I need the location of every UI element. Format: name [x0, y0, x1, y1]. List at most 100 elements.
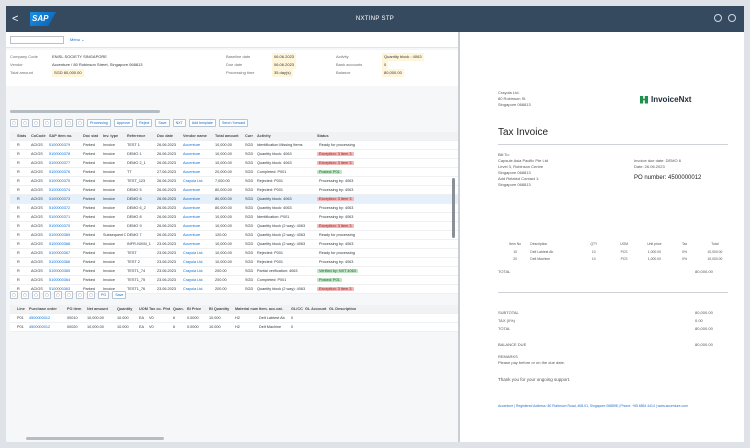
column-header[interactable]: Bl Quantity: [208, 307, 234, 311]
toolbar-icon-button[interactable]: ▢: [65, 119, 73, 127]
table-row[interactable]: R ACIGS 5100000374 Parked Invoice DEMO 5 26.06…: [10, 186, 458, 195]
worklist-vertical-scrollbar[interactable]: [452, 178, 455, 238]
table-cell[interactable]: 5100000372: [48, 206, 82, 210]
table-cell[interactable]: 5100000365: [48, 269, 82, 273]
column-header[interactable]: Curr: [244, 134, 256, 138]
items-row[interactable]: P01 4500000012 00010 10,000.00 10.000 EA V0 6 0.…: [10, 314, 458, 323]
table-cell[interactable]: 5100000367: [48, 251, 82, 255]
bottom-scrollbar[interactable]: [26, 437, 164, 440]
column-header[interactable]: Quantity: [116, 307, 138, 311]
column-header[interactable]: Purchase order: [28, 307, 66, 311]
table-cell[interactable]: 5100000369: [48, 233, 82, 237]
table-row[interactable]: R ACIGS 5100000377 Parked Invoice DEMO 2_1 26.…: [10, 159, 458, 168]
items-cell[interactable]: 4500000012: [28, 316, 66, 320]
table-row[interactable]: R ACIGS 5100000378 Parked Invoice DEMO 1 26.06…: [10, 150, 458, 159]
table-cell[interactable]: 5100000373: [48, 197, 82, 201]
table-cell[interactable]: Accenture: [182, 233, 214, 237]
command-field[interactable]: [10, 35, 64, 44]
table-cell[interactable]: Accenture: [182, 197, 214, 201]
table-cell[interactable]: 5100000370: [48, 224, 82, 228]
toolbar-button[interactable]: Approve: [113, 119, 134, 127]
column-header[interactable]: Item. acc.cat.: [258, 307, 290, 311]
table-cell[interactable]: 5100000379: [48, 143, 82, 147]
table-row[interactable]: R ACIGS 5100000370 Parked Invoice DEMO 9 26.06…: [10, 222, 458, 231]
toolbar-button[interactable]: Save: [112, 291, 127, 299]
column-header[interactable]: Doc stat: [82, 134, 102, 138]
toolbar-icon-button[interactable]: ▢: [21, 119, 29, 127]
toolbar-button[interactable]: Add template: [188, 119, 216, 127]
column-header[interactable]: Material num.: [234, 307, 258, 311]
column-header[interactable]: Inv. type: [102, 134, 126, 138]
column-header[interactable]: Stats: [16, 134, 30, 138]
column-header[interactable]: Bl Price: [186, 307, 208, 311]
items-cell[interactable]: 4500000012: [28, 325, 66, 329]
items-row[interactable]: P01 4500000012 00020 10,000.00 10.000 EA V0 6 0.…: [10, 323, 458, 332]
toolbar-icon-button[interactable]: ▢: [43, 119, 51, 127]
column-header[interactable]: SAP item no.: [48, 134, 82, 138]
table-row[interactable]: R ACIGS 5100000369Parked Subsequent DebitDE…: [10, 231, 458, 240]
table-cell[interactable]: 5100000377: [48, 161, 82, 165]
table-cell[interactable]: Crayola Ltd.: [182, 260, 214, 264]
search-icon[interactable]: [714, 14, 722, 22]
column-header[interactable]: Doc date: [156, 134, 182, 138]
table-cell[interactable]: Accenture: [182, 170, 214, 174]
table-cell[interactable]: Accenture: [182, 161, 214, 165]
table-cell[interactable]: 5100000366: [48, 260, 82, 264]
column-header[interactable]: Net amount: [86, 307, 116, 311]
column-header[interactable]: GL Description: [328, 307, 360, 311]
table-cell[interactable]: 5100000376: [48, 170, 82, 174]
table-cell[interactable]: Crayola Ltd.: [182, 179, 214, 183]
table-row[interactable]: R ACIGS 5100000364 Parked Invoice TEST1_75 23.…: [10, 276, 458, 285]
column-header[interactable]: Plnt: [162, 307, 172, 311]
column-header[interactable]: Vendor name: [182, 134, 214, 138]
table-row[interactable]: R ACIGS 5100000379 Parked Invoice TEST 1 26.06…: [10, 141, 458, 150]
column-header[interactable]: Quan.: [172, 307, 186, 311]
toolbar-button[interactable]: PO: [98, 291, 110, 299]
toolbar-icon-button[interactable]: ▢: [54, 119, 62, 127]
table-cell[interactable]: Crayola Ltd.: [182, 278, 214, 282]
column-header[interactable]: Status: [316, 134, 366, 138]
table-cell[interactable]: Crayola Ltd.: [182, 251, 214, 255]
column-header[interactable]: Activity: [256, 134, 316, 138]
column-header[interactable]: GL Account: [304, 307, 328, 311]
table-row[interactable]: R ACIGS 5100000372 Parked Invoice DEMO 6_2 26.…: [10, 204, 458, 213]
table-cell[interactable]: Accenture: [182, 224, 214, 228]
table-row[interactable]: R ACIGS 5100000368 Parked Invoice INFR-NXIM_1…: [10, 240, 458, 249]
toolbar-button[interactable]: Send / forward: [218, 119, 249, 127]
table-cell[interactable]: Accenture: [182, 215, 214, 219]
toolbar-button[interactable]: NXT: [172, 119, 186, 127]
toolbar-icon-button[interactable]: ▢: [10, 291, 18, 299]
column-header[interactable]: Total amount: [214, 134, 244, 138]
table-row[interactable]: R ACIGS 5100000366 Parked Invoice TEST 2 23.06…: [10, 258, 458, 267]
table-cell[interactable]: 5100000378: [48, 152, 82, 156]
table-cell[interactable]: Accenture: [182, 206, 214, 210]
column-header[interactable]: CoCode: [30, 134, 48, 138]
column-header[interactable]: PO item: [66, 307, 86, 311]
menu-button[interactable]: Menu ⌄: [70, 37, 84, 42]
column-header[interactable]: GL/CC: [290, 307, 304, 311]
column-header[interactable]: Line: [16, 307, 28, 311]
table-row[interactable]: R ACIGS 5100000373 Parked Invoice DEMO 6 26.06…: [10, 195, 458, 204]
table-cell[interactable]: 5100000368: [48, 242, 82, 246]
toolbar-icon-button[interactable]: ▢: [32, 119, 40, 127]
table-cell[interactable]: 5100000374: [48, 188, 82, 192]
table-cell[interactable]: 5100000364: [48, 278, 82, 282]
toolbar-icon-button[interactable]: ▢: [32, 291, 40, 299]
table-cell[interactable]: Accenture: [182, 143, 214, 147]
table-cell[interactable]: 5100000371: [48, 215, 82, 219]
toolbar-icon-button[interactable]: ▢: [54, 291, 62, 299]
column-header[interactable]: Reference: [126, 134, 156, 138]
table-cell[interactable]: Crayola Ltd.: [182, 287, 214, 291]
toolbar-icon-button[interactable]: ▢: [10, 119, 18, 127]
toolbar-icon-button[interactable]: ▢: [76, 291, 84, 299]
header-scrollbar[interactable]: [10, 110, 160, 113]
table-row[interactable]: R ACIGS 5100000371 Parked Invoice DEMO 8 26.06…: [10, 213, 458, 222]
table-row[interactable]: R ACIGS 5100000367 Parked Invoice TEST 23.06.2…: [10, 249, 458, 258]
column-header[interactable]: UOM: [138, 307, 148, 311]
toolbar-button[interactable]: Save: [155, 119, 170, 127]
toolbar-button[interactable]: Processing: [87, 119, 111, 127]
toolbar-icon-button[interactable]: ▢: [21, 291, 29, 299]
user-avatar-icon[interactable]: [728, 14, 736, 22]
toolbar-icon-button[interactable]: ▢: [87, 291, 95, 299]
table-row[interactable]: R ACIGS 5100000376 Parked Invoice TT 27.06.202…: [10, 168, 458, 177]
